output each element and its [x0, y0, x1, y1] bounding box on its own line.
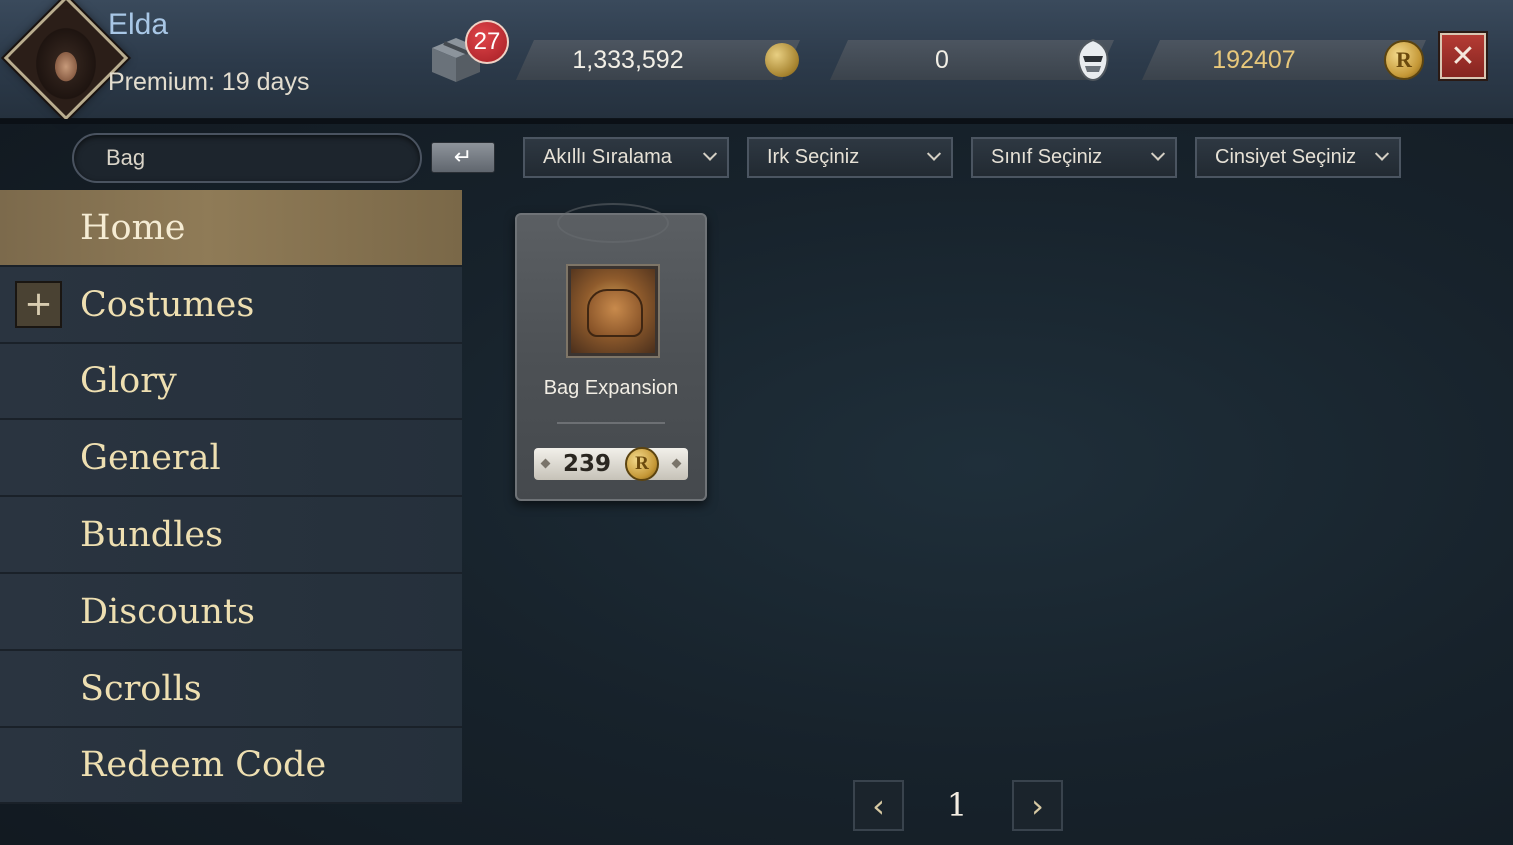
class-dropdown[interactable]: Sınıf Seçiniz: [971, 137, 1177, 178]
premium-status: Premium: 19 days: [108, 68, 310, 96]
card-divider: [557, 422, 665, 424]
current-page: 1: [946, 786, 968, 824]
sidebar-item-costumes[interactable]: + Costumes: [0, 266, 462, 344]
chevron-down-icon: [1374, 146, 1390, 161]
sidebar-item-redeem-code[interactable]: Redeem Code: [0, 727, 462, 805]
buy-price-button[interactable]: 239 R: [534, 447, 688, 481]
sidebar-item-label: Glory: [80, 361, 177, 402]
gender-dropdown-label: Cinsiyet Seçiniz: [1215, 146, 1357, 168]
diamond-icon: [540, 458, 551, 469]
sidebar-item-label: Bundles: [80, 515, 224, 556]
next-page-button[interactable]: ›: [1012, 780, 1063, 831]
chevron-down-icon: [702, 146, 718, 161]
sidebar-item-label: Scrolls: [80, 668, 202, 709]
sidebar-item-bundles[interactable]: Bundles: [0, 497, 462, 574]
expand-plus-icon[interactable]: +: [15, 280, 62, 328]
close-button[interactable]: ✕: [1438, 31, 1488, 81]
prev-page-button[interactable]: ‹: [853, 780, 904, 831]
sidebar-item-label: Home: [80, 207, 186, 248]
player-name: Elda: [108, 8, 169, 41]
sidebar-item-label: Costumes: [80, 284, 255, 325]
sidebar-item-glory[interactable]: Glory: [0, 343, 462, 421]
search-submit-button[interactable]: ↵: [431, 142, 495, 173]
sidebar-nav: Home + Costumes Glory General Bundles Di…: [0, 190, 462, 805]
gender-dropdown[interactable]: Cinsiyet Seçiniz: [1195, 137, 1401, 178]
sidebar-item-label: General: [80, 438, 221, 479]
class-dropdown-label: Sınıf Seçiniz: [991, 146, 1103, 168]
bag-shape: [587, 289, 643, 337]
gift-count-badge: 27: [465, 20, 509, 64]
gold-coin-icon: [765, 43, 799, 77]
r-coin-icon: R: [625, 447, 659, 481]
gold-amount: 1,333,592: [572, 45, 684, 74]
race-dropdown-label: Irk Seçiniz: [767, 146, 860, 168]
top-bar: Elda Premium: 19 days 27 1,333,592 0 192…: [0, 0, 1513, 124]
product-price: 239: [562, 451, 611, 477]
r-points-amount: 192407: [1212, 45, 1296, 74]
race-dropdown[interactable]: Irk Seçiniz: [747, 137, 953, 178]
chevron-down-icon: [1150, 146, 1166, 161]
sidebar-item-general[interactable]: General: [0, 420, 462, 498]
gold-balance: 1,333,592: [516, 40, 800, 80]
search-input[interactable]: Bag: [72, 133, 422, 183]
mask-balance: 0: [830, 40, 1114, 80]
sidebar-item-label: Redeem Code: [80, 745, 327, 786]
avatar-portrait: [11, 8, 121, 119]
sidebar-item-discounts[interactable]: Discounts: [0, 573, 462, 651]
sidebar-item-home[interactable]: Home: [0, 190, 462, 267]
product-name: Bag Expansion: [543, 377, 679, 399]
sidebar-item-scrolls[interactable]: Scrolls: [0, 650, 462, 728]
mask-icon: [1073, 38, 1113, 82]
sort-dropdown[interactable]: Akıllı Sıralama: [523, 137, 729, 178]
card-ornament: [557, 203, 669, 243]
sort-dropdown-label: Akıllı Sıralama: [543, 146, 672, 168]
r-coin-icon: R: [1384, 40, 1424, 80]
mask-amount: 0: [935, 45, 949, 74]
product-card[interactable]: Bag Expansion 239 R: [515, 203, 707, 501]
diamond-icon: [671, 458, 682, 469]
bag-icon: [568, 266, 658, 356]
chevron-down-icon: [926, 146, 942, 161]
sidebar-item-label: Discounts: [80, 591, 255, 632]
